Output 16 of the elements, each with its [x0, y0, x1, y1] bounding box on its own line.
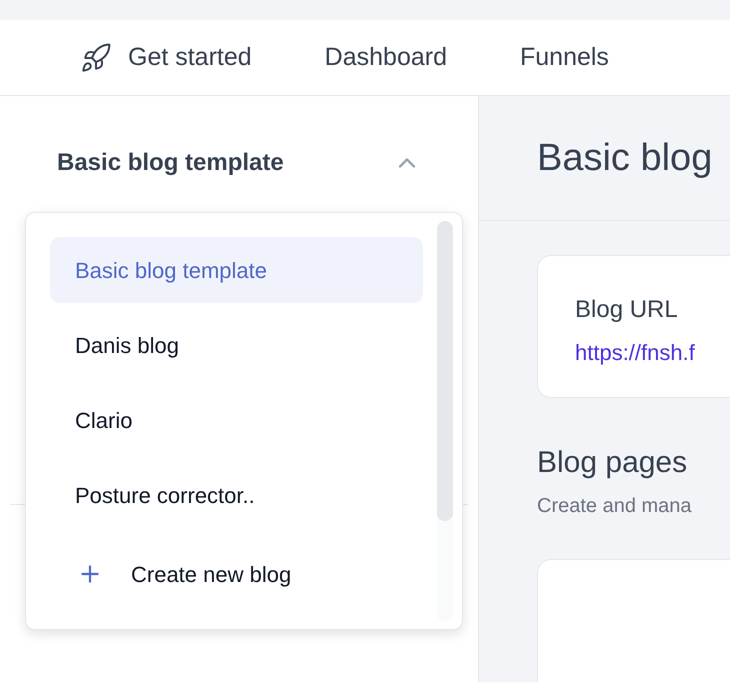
blog-url-link[interactable]: https://fnsh.f [575, 336, 730, 369]
create-blog-button[interactable]: Create new blog [50, 549, 423, 599]
section-subtitle: Create and mana [537, 494, 693, 519]
rocket-icon [80, 42, 112, 74]
nav-link[interactable]: Get started [80, 38, 252, 76]
section-title: Blog pages [537, 445, 688, 481]
dropdown-option[interactable]: Danis blog [50, 312, 423, 378]
dropdown-option[interactable]: Clario [50, 387, 423, 453]
scrollbar-thumb[interactable] [437, 221, 453, 521]
blog-select[interactable]: Basic blog template [57, 145, 421, 181]
page-title: Basic blog [537, 136, 712, 180]
dropdown-option[interactable]: Posture corrector.. [50, 462, 423, 528]
nav-link[interactable]: Funnels [520, 38, 609, 76]
card-label: Blog URL [575, 295, 679, 325]
nav-link[interactable]: Dashboard [324, 38, 447, 76]
dropdown-option[interactable]: Basic blog template [50, 237, 423, 303]
